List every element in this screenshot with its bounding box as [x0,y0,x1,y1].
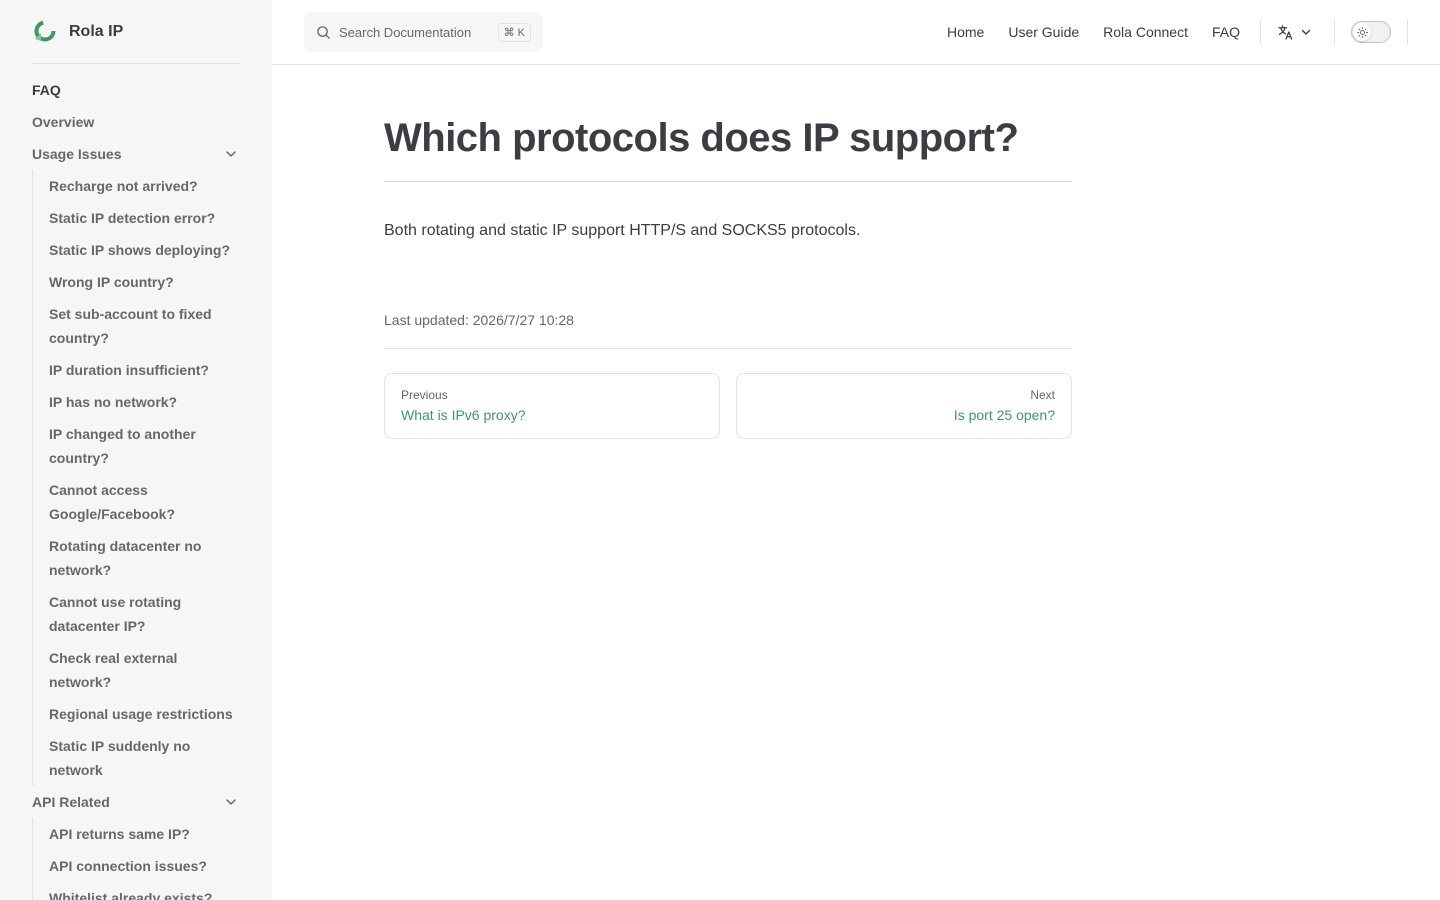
language-switcher[interactable] [1277,24,1312,41]
chevron-down-icon[interactable] [224,147,238,161]
sidebar-group-items: Recharge not arrived? Static IP detectio… [32,170,240,786]
last-updated: Last updated: 2026/7/27 10:28 [384,312,1072,349]
nav-link-user-guide[interactable]: User Guide [1008,24,1079,40]
main-content: Which protocols does IP support? Both ro… [384,65,1072,439]
pager-previous[interactable]: Previous What is IPv6 proxy? [384,373,720,439]
sidebar-group-usage-issues[interactable]: Usage Issues [32,138,240,170]
sidebar-item[interactable]: API returns same IP? [49,818,240,850]
sidebar-group-api-related[interactable]: API Related [32,786,240,818]
doc-pager: Previous What is IPv6 proxy? Next Is por… [384,373,1072,439]
translate-icon [1278,24,1293,40]
logo-icon [34,20,56,41]
theme-toggle-knob [1353,23,1371,41]
sidebar-item[interactable]: Wrong IP country? [49,266,240,298]
sidebar-item[interactable]: Whitelist already exists? [49,882,240,900]
sidebar-item[interactable]: Static IP detection error? [49,202,240,234]
sidebar: Rola IP FAQ Overview Usage Issues Rechar… [0,0,272,900]
chevron-down-icon [1301,29,1311,35]
search-shortcut: ⌘ K [497,22,531,42]
sidebar-item[interactable]: IP duration insufficient? [49,354,240,386]
search-placeholder: Search Documentation [339,24,472,40]
divider [1260,20,1261,44]
pager-previous-label: Previous [401,388,448,402]
sidebar-item[interactable]: Rotating datacenter no network? [49,530,240,586]
sidebar-item[interactable]: Static IP suddenly no network [49,730,240,786]
sidebar-group-label: Usage Issues [32,146,122,162]
sidebar-item[interactable]: Cannot use rotating datacenter IP? [49,586,240,642]
brand[interactable]: Rola IP [32,0,240,64]
nav-link-home[interactable]: Home [947,24,984,40]
pager-next[interactable]: Next Is port 25 open? [736,373,1072,439]
divider [1334,20,1335,44]
divider [1407,20,1408,44]
pager-next-label: Next [1030,388,1055,402]
pager-previous-title[interactable]: What is IPv6 proxy? [401,404,703,426]
sidebar-nav: FAQ Overview Usage Issues Recharge not a… [32,74,240,900]
sidebar-section-faq[interactable]: FAQ [32,74,240,106]
sidebar-item[interactable]: API connection issues? [49,850,240,882]
page-title: Which protocols does IP support? [384,115,1072,182]
brand-name: Rola IP [69,22,124,40]
top-menu: Home User Guide Rola Connect FAQ [947,0,1440,64]
search-button[interactable]: Search Documentation ⌘ K [304,12,543,52]
sidebar-group-items: API returns same IP? API connection issu… [32,818,240,900]
sidebar-group-label: API Related [32,794,110,810]
chevron-down-icon[interactable] [224,795,238,809]
pager-next-title[interactable]: Is port 25 open? [753,404,1055,426]
sidebar-item[interactable]: Cannot access Google/Facebook? [49,474,240,530]
sidebar-item-overview[interactable]: Overview [32,106,240,138]
top-navbar: Search Documentation ⌘ K Home User Guide… [272,0,1440,65]
sidebar-item[interactable]: Recharge not arrived? [49,170,240,202]
search-icon [317,25,330,39]
page-body: Both rotating and static IP support HTTP… [384,222,861,239]
nav-link-faq[interactable]: FAQ [1212,24,1240,40]
sun-icon [1356,26,1368,38]
sidebar-item[interactable]: Regional usage restrictions [49,698,240,730]
theme-toggle[interactable] [1351,21,1391,43]
sidebar-item[interactable]: IP changed to another country? [49,418,240,474]
nav-link-rola-connect[interactable]: Rola Connect [1103,24,1188,40]
sidebar-item[interactable]: IP has no network? [49,386,240,418]
sidebar-item[interactable]: Check real external network? [49,642,240,698]
sidebar-item[interactable]: Set sub-account to fixed country? [49,298,240,354]
sidebar-item[interactable]: Static IP shows deploying? [49,234,240,266]
